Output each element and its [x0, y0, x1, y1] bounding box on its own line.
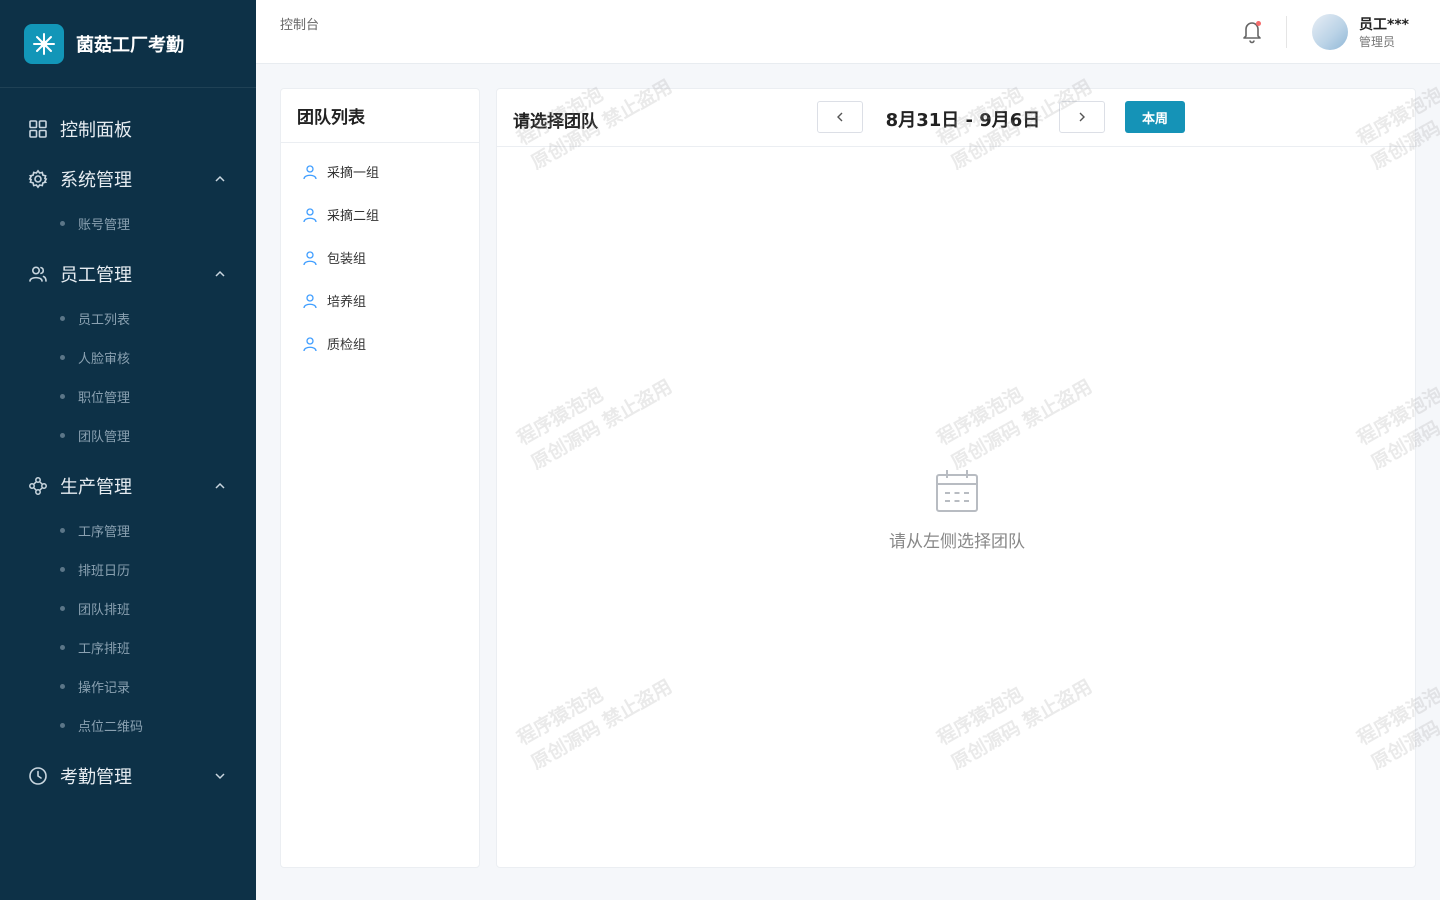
sidebar-subitem-account[interactable]: 账号管理 [0, 204, 256, 243]
sidebar-item-label: 员工管理 [60, 265, 132, 286]
sidebar-item-attendance[interactable]: 考勤管理 [0, 751, 256, 801]
bullet-dot [60, 567, 65, 572]
sidebar-subitem-label: 团队管理 [78, 430, 131, 445]
sidebar-subitem-label: 操作记录 [78, 681, 131, 696]
schedule-panel: 请选择团队 8月31日 - 9月6日 本周 请从左侧选择团队 [496, 88, 1416, 868]
top-header: 控制台 员工*** 管理员 [256, 0, 1440, 64]
sidebar-subitem-operation-log[interactable]: 操作记录 [0, 667, 256, 706]
team-name: 采摘一组 [327, 166, 380, 181]
bullet-dot [60, 606, 65, 611]
team-list-item[interactable]: 采摘二组 [281, 193, 479, 236]
user-icon [302, 164, 318, 180]
sidebar-subitem-label: 工序排班 [78, 642, 131, 657]
user-name[interactable]: 员工*** [1359, 14, 1409, 34]
sidebar-subitem-label: 团队排班 [78, 603, 131, 618]
gear-icon [28, 169, 48, 189]
schedule-title: 请选择团队 [513, 112, 598, 132]
chevron-down-icon [214, 770, 226, 782]
bullet-dot [60, 394, 65, 399]
date-range: 8月31日 - 9月6日 [885, 110, 1041, 131]
sidebar-subitem-label: 排班日历 [78, 564, 131, 579]
team-list: 采摘一组 采摘二组 包装组 培养组 质检组 [281, 143, 479, 365]
users-icon [28, 264, 48, 284]
empty-state: 请从左侧选择团队 [497, 469, 1415, 552]
sidebar-subitem-label: 账号管理 [78, 218, 131, 233]
team-list-item[interactable]: 采摘一组 [281, 150, 479, 193]
sidebar-item-label: 生产管理 [60, 477, 132, 498]
team-list-item[interactable]: 培养组 [281, 279, 479, 322]
team-name: 采摘二组 [327, 209, 380, 224]
sidebar-item-system[interactable]: 系统管理 [0, 154, 256, 204]
brand-name: 菌菇工厂考勤 [76, 34, 184, 56]
sidebar-subitem-label: 人脸审核 [78, 352, 131, 367]
dashboard-icon [28, 119, 48, 139]
clock-icon [28, 766, 48, 786]
team-list-item[interactable]: 质检组 [281, 322, 479, 365]
sidebar-item-production[interactable]: 生产管理 [0, 461, 256, 511]
chevron-right-icon [1079, 112, 1085, 122]
prev-week-button[interactable] [817, 101, 863, 133]
sidebar-subitem-qrcode[interactable]: 点位二维码 [0, 706, 256, 745]
sidebar-subitem-schedule-calendar[interactable]: 排班日历 [0, 550, 256, 589]
team-list-title: 团队列表 [281, 89, 479, 143]
calendar-icon [935, 469, 979, 513]
sidebar-item-staff[interactable]: 员工管理 [0, 249, 256, 299]
team-list-panel: 团队列表 采摘一组 采摘二组 包装组 培养组 质检组 [280, 88, 480, 868]
chevron-up-icon [214, 480, 226, 492]
snowflake-logo-icon [24, 23, 64, 64]
bullet-dot [60, 355, 65, 360]
production-icon [28, 476, 48, 496]
sidebar-item-label: 考勤管理 [60, 767, 132, 788]
sidebar-subitem-process[interactable]: 工序管理 [0, 511, 256, 550]
breadcrumb[interactable]: 控制台 [280, 14, 319, 33]
sidebar-subitem-staff-list[interactable]: 员工列表 [0, 299, 256, 338]
avatar[interactable] [1312, 14, 1348, 50]
sidebar-item-label: 控制面板 [60, 120, 132, 141]
empty-state-text: 请从左侧选择团队 [889, 532, 1025, 552]
brand[interactable]: 菌菇工厂考勤 [0, 0, 256, 88]
team-list-item[interactable]: 包装组 [281, 236, 479, 279]
user-icon [302, 293, 318, 309]
header-divider [1286, 16, 1287, 48]
sidebar-subitem-team-schedule[interactable]: 团队排班 [0, 589, 256, 628]
bullet-dot [60, 433, 65, 438]
notification-bell-icon[interactable] [1240, 18, 1264, 44]
chevron-left-icon [837, 112, 843, 122]
notification-dot [1256, 21, 1261, 26]
this-week-button[interactable]: 本周 [1125, 101, 1185, 133]
sidebar-subitem-positions[interactable]: 职位管理 [0, 377, 256, 416]
sidebar-subitem-label: 工序管理 [78, 525, 131, 540]
team-name: 质检组 [327, 338, 367, 353]
user-icon [302, 250, 318, 266]
sidebar-item-label: 系统管理 [60, 170, 132, 191]
team-name: 包装组 [327, 252, 367, 267]
bullet-dot [60, 723, 65, 728]
sidebar-subitem-label: 点位二维码 [78, 720, 144, 735]
bullet-dot [60, 645, 65, 650]
sidebar-subitem-process-schedule[interactable]: 工序排班 [0, 628, 256, 667]
next-week-button[interactable] [1059, 101, 1105, 133]
user-icon [302, 207, 318, 223]
bullet-dot [60, 528, 65, 533]
schedule-header: 请选择团队 8月31日 - 9月6日 本周 [497, 89, 1415, 147]
bullet-dot [60, 684, 65, 689]
bullet-dot [60, 221, 65, 226]
chevron-up-icon [214, 268, 226, 280]
sidebar-menu: 控制面板 系统管理 账号管理 员工管理 员工列表 人脸审核 职位管理 团队管理 … [0, 88, 256, 801]
bullet-dot [60, 316, 65, 321]
user-role: 管理员 [1359, 35, 1396, 49]
chevron-up-icon [214, 173, 226, 185]
user-icon [302, 336, 318, 352]
sidebar-subitem-face-review[interactable]: 人脸审核 [0, 338, 256, 377]
sidebar-subitem-label: 员工列表 [78, 313, 131, 328]
sidebar: 菌菇工厂考勤 控制面板 系统管理 账号管理 员工管理 员工列表 人脸审核 职位管… [0, 0, 256, 900]
team-name: 培养组 [327, 295, 367, 310]
sidebar-subitem-teams[interactable]: 团队管理 [0, 416, 256, 455]
sidebar-subitem-label: 职位管理 [78, 391, 131, 406]
sidebar-item-dashboard[interactable]: 控制面板 [0, 104, 256, 154]
